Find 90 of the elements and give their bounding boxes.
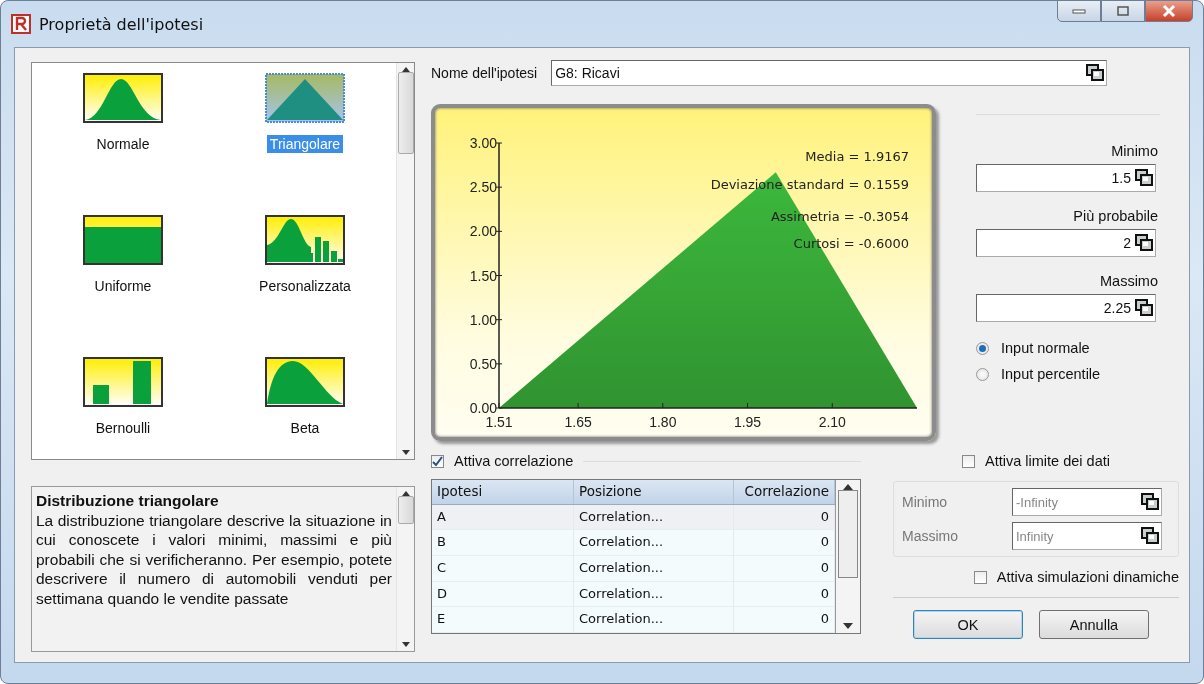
statistic-label: Media = 1.9167 [804,149,909,164]
radio-option[interactable]: Input percentile [976,366,1160,382]
y-tick-label: 1.50 [469,267,497,284]
overlapping-squares-icon[interactable] [1135,299,1153,317]
x-tick-label: 1.80 [648,414,676,430]
table-cell: E [432,607,574,633]
checkbox[interactable] [962,454,976,468]
description-text: La distribuzione triangolare descrive la situazione in cui conoscete i valori minimi, massimi e più probabili che si verificheranno. Per esempio, potete descrivere il numero di automobili venduti per settimana quando le vendite passate [36,510,392,608]
x-tick-label: 1.95 [733,414,761,430]
field-label: Minimo [1110,143,1158,159]
overlapping-squares-icon[interactable] [1141,527,1159,545]
scroll-thumb[interactable] [397,72,414,154]
distribution-icon[interactable] [83,357,163,407]
parameter-field[interactable]: 1.5 [976,164,1156,192]
name-field[interactable]: G8: Ricavi [551,60,1108,86]
minimize-button[interactable] [1057,1,1101,22]
overlapping-squares-icon[interactable] [1141,493,1159,511]
distribution-icon[interactable] [265,357,345,407]
app-logo-icon [11,14,31,34]
maximize-button[interactable] [1101,1,1145,22]
parameter-field[interactable]: 2.25 [976,294,1156,322]
scroll-down-arrow-icon[interactable] [401,450,410,455]
distribution-label[interactable]: Personalizzata [256,277,354,295]
y-tick-label: 2.50 [469,179,497,196]
overlapping-squares-icon[interactable] [1135,169,1153,187]
distribution-label[interactable]: Uniforme [91,277,155,295]
y-tick-label: 3.00 [469,135,497,151]
checkbox-label: Attiva limite dei dati [985,453,1110,469]
minimize-icon [1072,7,1086,15]
radio-option[interactable]: Input normale [976,340,1160,356]
field-label: Più probabile [1072,208,1158,224]
overlapping-squares-icon[interactable] [1086,64,1105,82]
scroll-up-arrow-icon[interactable] [843,484,853,490]
field-label: Nome dell'ipotesi [431,65,538,81]
distribution-icon[interactable] [83,73,163,123]
limit-field[interactable]: Infinity [1012,522,1162,550]
table-cell: 0 [734,530,835,555]
checkbox-label: Attiva correlazione [454,453,574,469]
column-header[interactable]: Posizione [574,480,734,504]
table-cell: Correlation... [574,556,734,581]
table-cell: Correlation... [574,607,734,633]
table-cell: 0 [734,504,835,530]
scroll-down-arrow-icon[interactable] [401,642,410,647]
distribution-label[interactable]: Normale [93,135,153,153]
scroll-thumb[interactable] [397,496,414,524]
parameter-field[interactable]: 2 [976,229,1156,257]
table-cell: A [432,504,574,530]
table-cell: 0 [734,607,835,633]
field-label: Massimo [902,528,959,544]
checkbox[interactable] [973,570,987,584]
x-tick-label: 2.10 [818,414,846,430]
table-cell: B [432,530,574,555]
y-tick-label: 2.00 [469,223,497,240]
checkbox[interactable] [431,454,444,468]
y-tick-label: 0.00 [469,400,497,416]
table-cell: D [432,581,574,607]
distribution-label[interactable]: Bernoulli [92,419,154,437]
column-header[interactable]: Ipotesi [432,480,574,504]
x-tick-label: 1.65 [563,414,592,430]
limit-field[interactable]: -Infinity [1012,488,1162,516]
table-cell: 0 [734,581,835,607]
distribution-label[interactable]: Beta [287,419,323,437]
description-title: Distribuzione triangolare [36,491,220,511]
table-cell: Correlation... [574,530,734,555]
x-tick-label: 1.51 [484,414,513,430]
y-tick-label: 1.00 [469,311,497,328]
scrollbar[interactable] [835,480,860,633]
radio-button[interactable] [976,367,989,381]
table-cell: Correlation... [574,504,734,530]
overlapping-squares-icon[interactable] [1135,234,1153,252]
scroll-up-arrow-icon[interactable] [401,67,410,72]
window-title: Proprietà dell'ipotesi [39,14,204,34]
field-label: Massimo [1099,273,1158,289]
scroll-thumb[interactable] [838,490,858,578]
maximize-icon [1116,5,1130,17]
y-tick-label: 0.50 [469,355,497,372]
table-cell: 0 [734,556,835,581]
scroll-down-arrow-icon[interactable] [843,623,853,629]
dialog-button[interactable]: OK [913,610,1023,639]
table-cell: Correlation... [574,581,734,607]
table-cell: C [432,556,574,581]
dialog-button[interactable]: Annulla [1039,610,1149,639]
close-button[interactable] [1145,1,1193,22]
checkbox-label: Attiva simulazioni dinamiche [996,569,1179,585]
close-icon [1161,4,1177,18]
field-label: Minimo [902,494,949,510]
radio-button[interactable] [976,341,989,355]
distribution-icon[interactable] [265,215,345,265]
distribution-icon[interactable] [83,215,163,265]
scroll-up-arrow-icon[interactable] [401,491,410,496]
